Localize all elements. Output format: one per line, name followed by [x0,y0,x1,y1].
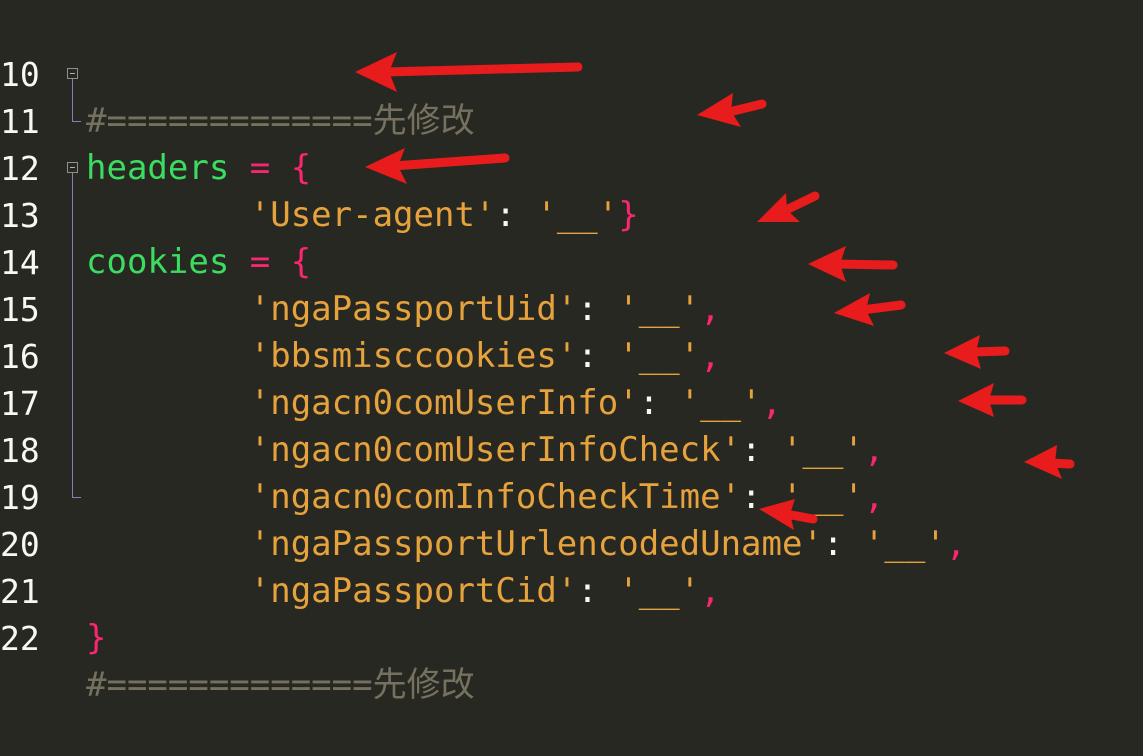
code-line: 14 'ngaPassportUid': '__', [0,192,1143,329]
code-line: 21 } [0,521,1143,658]
code-line: 19 'ngaPassportUrlencodedUname': '__', [0,427,1143,564]
fold-guide-line [72,79,73,121]
fold-guide-end [72,121,81,122]
comment-text: #============= [86,665,373,705]
code-line: 22 #=============先修改 [0,568,1143,705]
comment-cjk-text: 先修改 [372,665,475,705]
line-number: 22 [0,619,40,658]
fold-toggle-icon[interactable] [67,68,78,79]
code-line: 10 #=============先修改 [0,4,1143,141]
fold-guide-line [72,173,73,497]
code-line: 13 cookies = { [0,145,1143,282]
close-brace: } [86,618,107,658]
code-line: 11 headers = { [0,51,1143,188]
line-content: } [86,615,106,662]
fold-toggle-icon[interactable] [67,162,78,173]
code-line: 16 'ngacn0comUserInfo': '__', [0,286,1143,423]
fold-guide-end [72,497,81,498]
code-line: 12 'User-agent': '__'} [0,98,1143,235]
code-line: 15 'bbsmisccookies': '__', [0,239,1143,376]
code-line: 20 'ngaPassportCid': '__', [0,474,1143,611]
code-editor[interactable]: 10 #=============先修改 11 headers = { 12 '… [0,0,1143,705]
code-line: 18 'ngacn0comInfoCheckTime': '__', [0,380,1143,517]
code-line: 17 'ngacn0comUserInfoCheck': '__', [0,333,1143,470]
line-content: #=============先修改 [86,662,475,709]
